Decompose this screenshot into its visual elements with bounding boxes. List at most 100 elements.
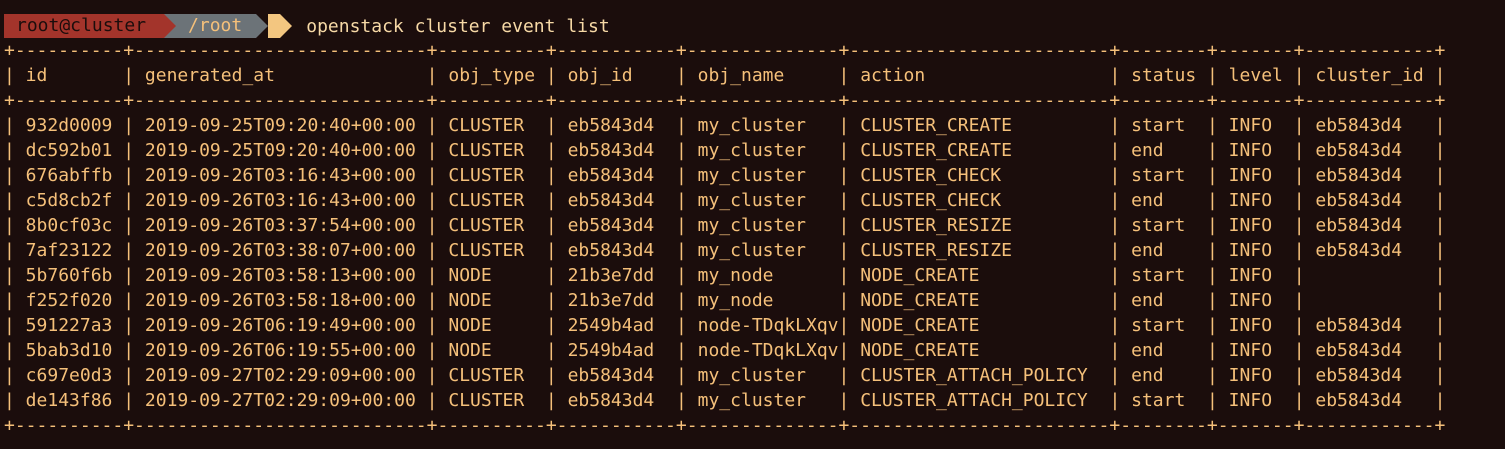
cell-obj-type: NODE (437, 265, 546, 286)
cell-obj-name: my_cluster (686, 240, 839, 261)
cell-generated-at: 2019-09-26T03:38:07+00:00 (134, 240, 427, 261)
cell-level: INFO (1217, 315, 1294, 336)
cell-action: CLUSTER_CREATE (849, 115, 1110, 136)
cell-obj-name: my_node (686, 290, 839, 311)
table-row: | f252f020 | 2019-09-26T03:58:18+00:00 |… (4, 290, 1446, 311)
cell-obj-id: eb5843d4 (556, 140, 676, 161)
column-header-obj-name: obj_name (686, 65, 839, 86)
cell-obj-name: my_cluster (686, 115, 839, 136)
cell-obj-type: CLUSTER (437, 165, 546, 186)
cell-id: c5d8cb2f (14, 190, 124, 211)
cell-cluster-id: eb5843d4 (1304, 365, 1435, 386)
cell-status: end (1120, 140, 1207, 161)
table-row: | 7af23122 | 2019-09-26T03:38:07+00:00 |… (4, 240, 1446, 261)
cell-obj-id: eb5843d4 (556, 115, 676, 136)
cell-obj-type: CLUSTER (437, 240, 546, 261)
cell-obj-type: NODE (437, 290, 546, 311)
cell-obj-id: 21b3e7dd (556, 265, 676, 286)
cell-id: 5bab3d10 (14, 340, 124, 361)
cell-level: INFO (1217, 340, 1294, 361)
cell-cluster-id: eb5843d4 (1304, 165, 1435, 186)
cell-cluster-id: eb5843d4 (1304, 340, 1435, 361)
command-text[interactable]: openstack cluster event list (306, 16, 609, 37)
cell-generated-at: 2019-09-26T03:58:13+00:00 (134, 265, 427, 286)
cell-generated-at: 2019-09-27T02:29:09+00:00 (134, 390, 427, 411)
column-header-action: action (849, 65, 1110, 86)
cell-obj-name: my_cluster (686, 190, 839, 211)
prompt-user-host: root@cluster (16, 15, 147, 36)
cell-obj-id: 2549b4ad (556, 340, 676, 361)
cell-cluster-id: eb5843d4 (1304, 140, 1435, 161)
table-row: | 5bab3d10 | 2019-09-26T06:19:55+00:00 |… (4, 340, 1446, 361)
table-row: | 591227a3 | 2019-09-26T06:19:49+00:00 |… (4, 315, 1446, 336)
cell-status: end (1120, 190, 1207, 211)
cell-action: CLUSTER_ATTACH_POLICY (849, 390, 1110, 411)
cell-obj-id: eb5843d4 (556, 165, 676, 186)
powerline-separator-icon (280, 14, 293, 38)
cell-obj-id: 21b3e7dd (556, 290, 676, 311)
table-header-row: | id | generated_at | obj_type | obj_id … (4, 65, 1446, 86)
cell-obj-id: eb5843d4 (556, 190, 676, 211)
cell-level: INFO (1217, 140, 1294, 161)
cell-obj-type: CLUSTER (437, 390, 546, 411)
table-row: | 8b0cf03c | 2019-09-26T03:37:54+00:00 |… (4, 215, 1446, 236)
table-border-header: +----------+---------------------------+… (4, 90, 1446, 111)
cell-obj-name: my_cluster (686, 365, 839, 386)
cell-id: 5b760f6b (14, 265, 124, 286)
table-border-bottom: +----------+---------------------------+… (4, 415, 1446, 436)
cell-cluster-id (1305, 290, 1435, 311)
cell-action: CLUSTER_CHECK (849, 165, 1110, 186)
cell-obj-name: my_cluster (686, 140, 839, 161)
cell-obj-name: my_cluster (686, 390, 839, 411)
cell-level: INFO (1217, 190, 1294, 211)
cell-cluster-id: eb5843d4 (1304, 190, 1435, 211)
cell-status: start (1120, 115, 1207, 136)
cell-status: start (1120, 265, 1207, 286)
event-list-table: +----------+---------------------------+… (4, 38, 1445, 438)
cell-cluster-id: eb5843d4 (1304, 215, 1435, 236)
powerline-separator-icon (164, 14, 177, 38)
cell-status: start (1120, 215, 1207, 236)
cell-status: start (1120, 165, 1207, 186)
cell-action: CLUSTER_RESIZE (849, 240, 1110, 261)
cell-obj-type: NODE (437, 340, 546, 361)
column-header-obj-id: obj_id (556, 65, 676, 86)
table-row: | c5d8cb2f | 2019-09-26T03:16:43+00:00 |… (4, 190, 1446, 211)
cell-generated-at: 2019-09-26T03:16:43+00:00 (134, 190, 427, 211)
cell-level: INFO (1217, 390, 1294, 411)
cell-action: CLUSTER_CHECK (849, 190, 1110, 211)
cell-cluster-id: eb5843d4 (1304, 115, 1435, 136)
cell-obj-type: CLUSTER (437, 115, 546, 136)
column-header-obj-type: obj_type (437, 65, 546, 86)
prompt-path-segment: /root (164, 14, 269, 38)
cell-level: INFO (1217, 240, 1294, 261)
column-header-cluster-id: cluster_id (1304, 65, 1435, 86)
cell-obj-type: CLUSTER (437, 365, 546, 386)
cell-generated-at: 2019-09-26T03:16:43+00:00 (134, 165, 427, 186)
cell-status: start (1120, 315, 1207, 336)
column-header-generated-at: generated_at (134, 65, 427, 86)
cell-id: c697e0d3 (14, 365, 124, 386)
cell-action: NODE_CREATE (849, 290, 1110, 311)
cell-obj-name: my_cluster (686, 165, 839, 186)
cell-level: INFO (1217, 365, 1294, 386)
table-row: | 932d0009 | 2019-09-25T09:20:40+00:00 |… (4, 115, 1446, 136)
cell-level: INFO (1217, 215, 1294, 236)
cell-id: f252f020 (14, 290, 124, 311)
cell-obj-name: my_node (686, 265, 839, 286)
table-border-top: +----------+---------------------------+… (4, 40, 1446, 61)
cell-obj-type: CLUSTER (437, 190, 546, 211)
cell-status: end (1120, 365, 1207, 386)
cell-cluster-id (1305, 265, 1435, 286)
powerline-separator-icon (256, 14, 269, 38)
cell-generated-at: 2019-09-26T03:37:54+00:00 (134, 215, 427, 236)
cell-id: 591227a3 (14, 315, 124, 336)
cell-id: de143f86 (14, 390, 124, 411)
cell-obj-type: CLUSTER (437, 215, 546, 236)
cell-obj-type: NODE (437, 315, 546, 336)
cell-cluster-id: eb5843d4 (1304, 240, 1435, 261)
cell-id: 932d0009 (14, 115, 124, 136)
cell-generated-at: 2019-09-26T06:19:55+00:00 (134, 340, 427, 361)
cell-obj-id: eb5843d4 (556, 390, 676, 411)
cell-id: dc592b01 (14, 140, 124, 161)
